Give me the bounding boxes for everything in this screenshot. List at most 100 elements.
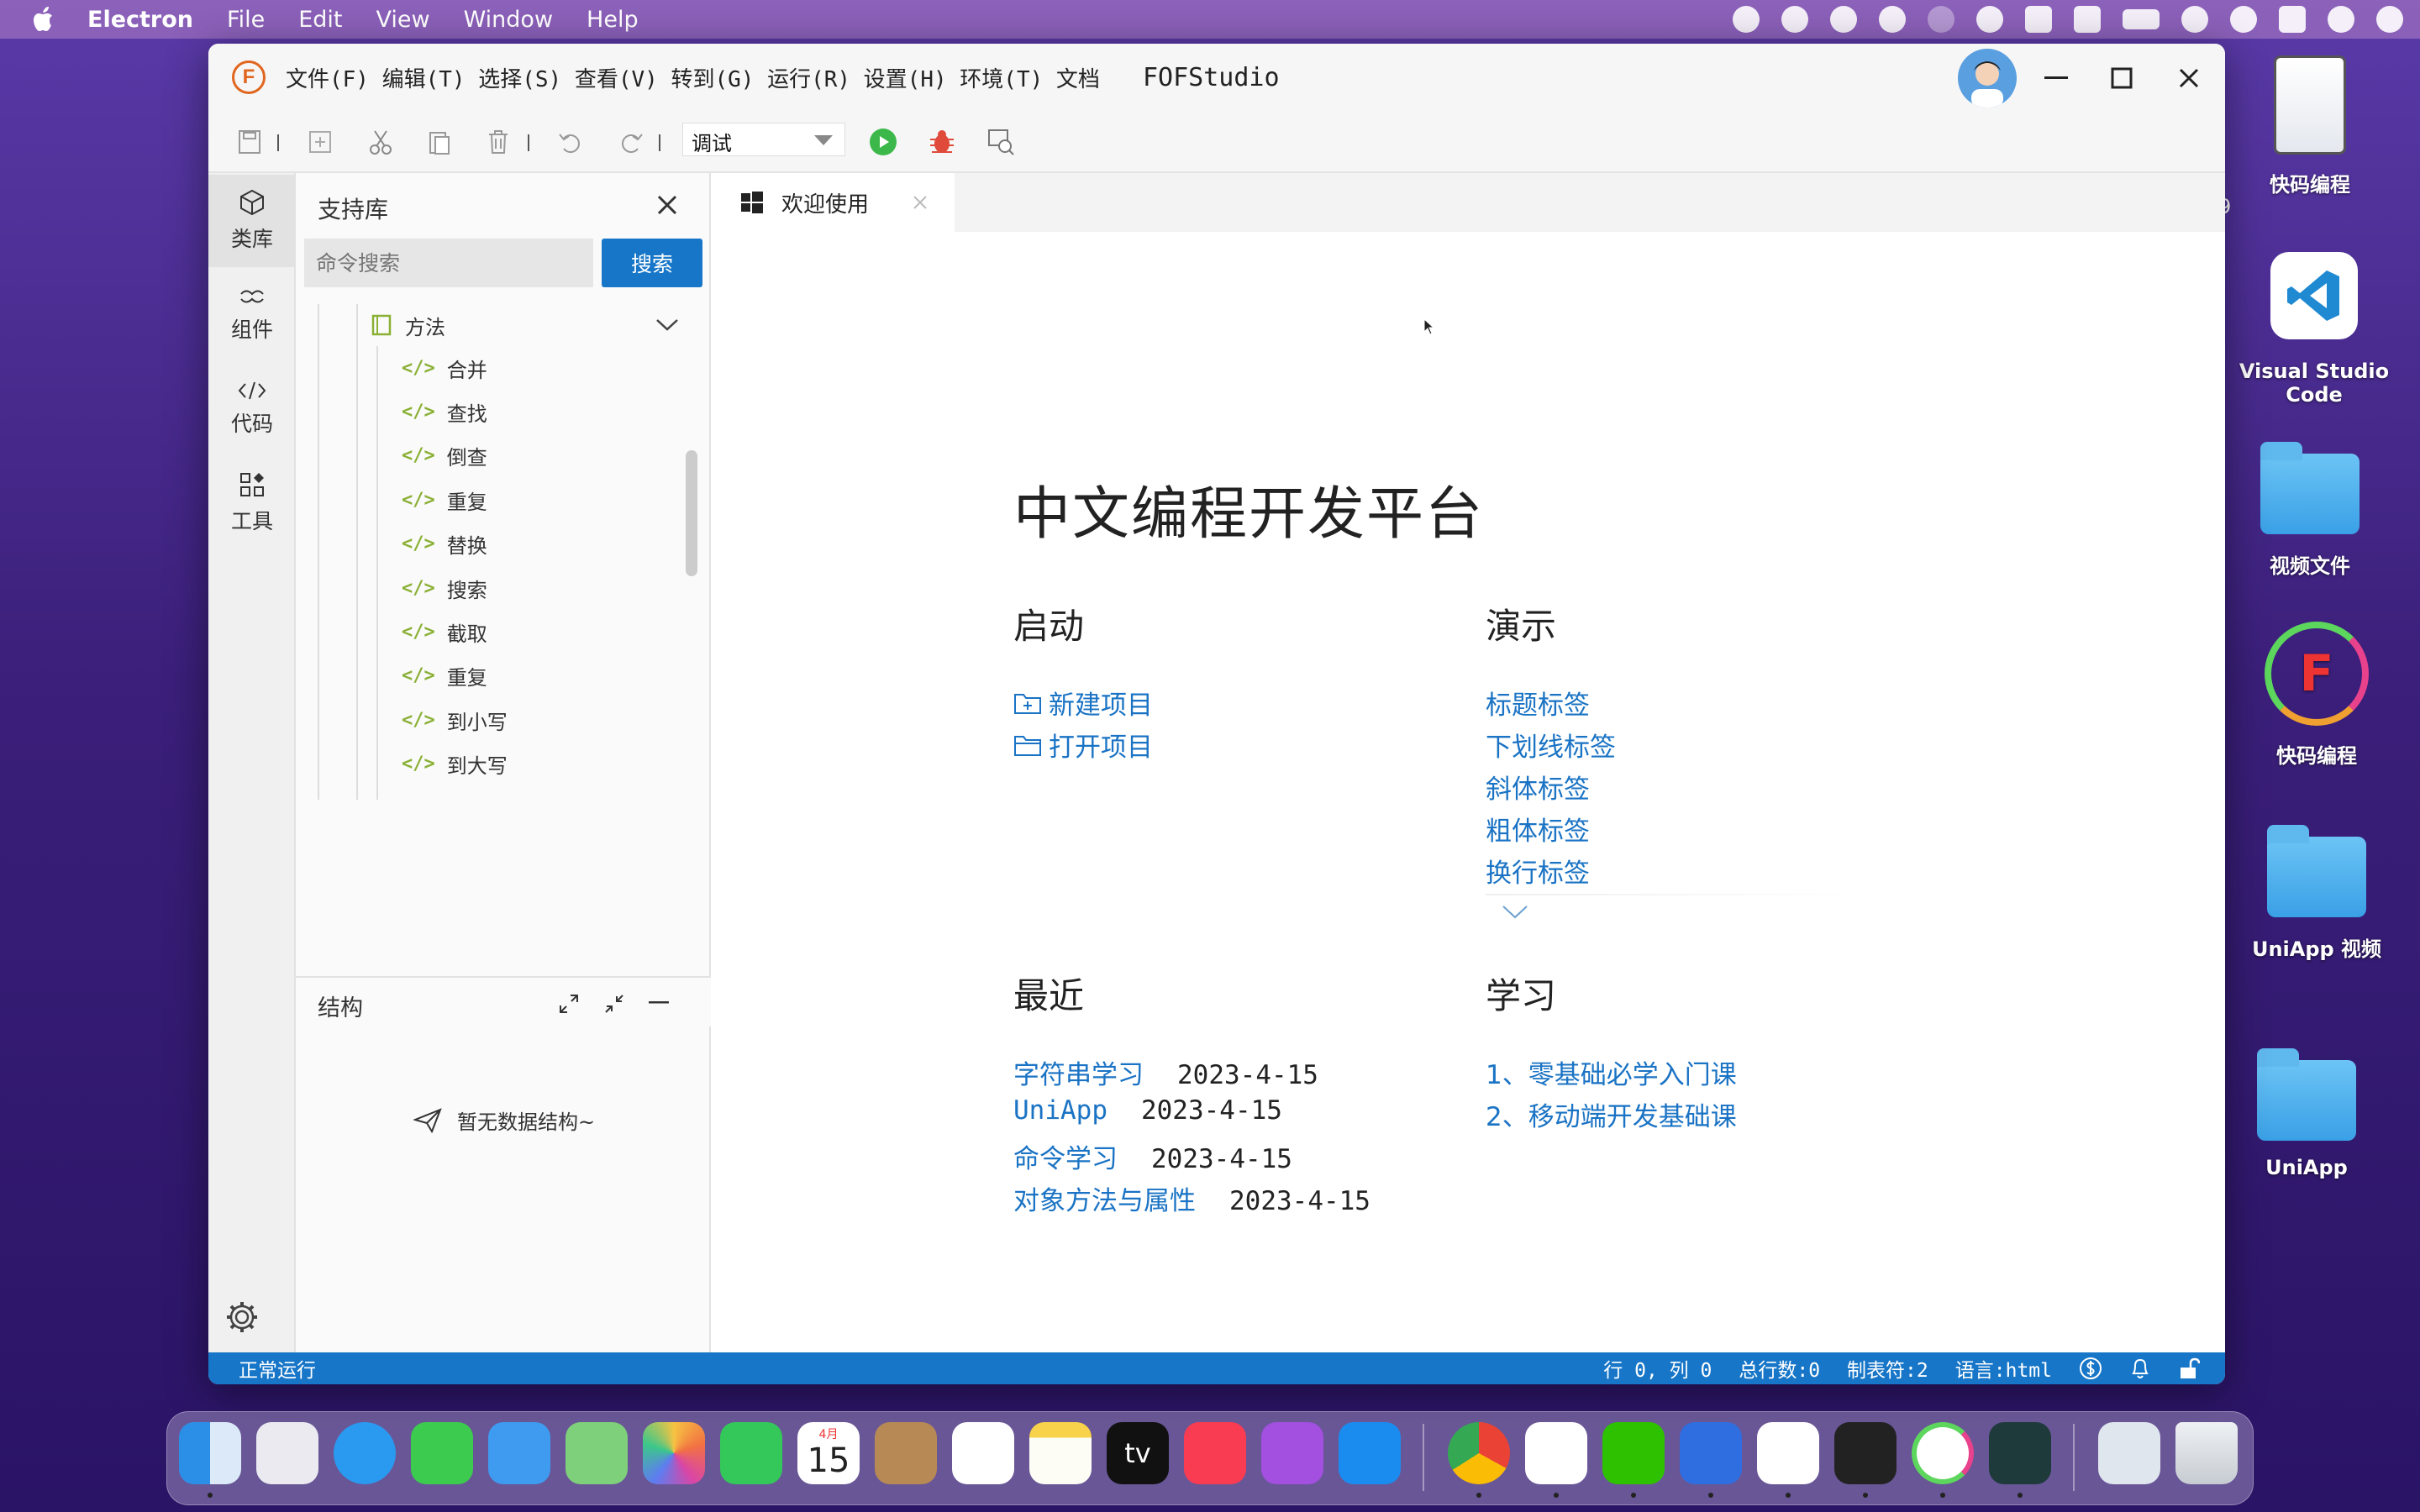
- tree-item-method[interactable]: </> 查找: [402, 390, 487, 433]
- learn-link-mobile[interactable]: 2、移动端开发基础课: [1486, 1095, 1737, 1133]
- preview-search-icon[interactable]: [985, 126, 1017, 158]
- command-search-input[interactable]: [304, 239, 593, 287]
- screen-icon[interactable]: [2025, 6, 2052, 33]
- new-file-icon[interactable]: [304, 126, 336, 158]
- menu-view[interactable]: View: [376, 7, 430, 33]
- clock-icon[interactable]: [2376, 6, 2403, 33]
- desktop-icon-uniapp-video[interactable]: UniApp 视频: [2245, 825, 2388, 962]
- unlock-icon[interactable]: [2178, 1357, 2200, 1380]
- dollar-coin-icon[interactable]: [2079, 1357, 2102, 1380]
- bell-icon[interactable]: [2129, 1357, 2151, 1380]
- delete-icon[interactable]: [482, 126, 514, 158]
- activity-library[interactable]: 类库: [208, 175, 296, 267]
- demo-link-linebreak-tag[interactable]: 换行标签: [1486, 852, 1590, 890]
- panel-close-icon[interactable]: [652, 190, 682, 220]
- tree-item-method[interactable]: </> 重复: [402, 654, 487, 698]
- input-method-icon[interactable]: [2074, 6, 2101, 33]
- notes-icon[interactable]: [1029, 1422, 1092, 1484]
- cut-icon[interactable]: [365, 126, 397, 158]
- desktop-icon-vscode[interactable]: Visual Studio Code: [2222, 252, 2407, 407]
- contacts-icon[interactable]: [875, 1422, 937, 1484]
- tree-item-method[interactable]: </> 倒查: [402, 434, 487, 478]
- tree-item-method[interactable]: </> 截取: [402, 610, 487, 654]
- status-tab-size[interactable]: 制表符:2: [1847, 1354, 1928, 1383]
- vpn-icon[interactable]: [1976, 6, 2003, 33]
- menu-window[interactable]: Window: [464, 7, 553, 33]
- apple-tv-icon[interactable]: tv: [1107, 1422, 1169, 1484]
- recent-item[interactable]: 命令学习 2023-4-15: [1013, 1137, 1292, 1175]
- wifi-icon[interactable]: [2181, 6, 2208, 33]
- tree-scrollbar[interactable]: [686, 450, 697, 576]
- demo-link-heading-tag[interactable]: 标题标签: [1486, 684, 1590, 722]
- siri-icon[interactable]: [2328, 6, 2354, 33]
- maps-icon[interactable]: [566, 1422, 628, 1484]
- search-button[interactable]: 搜索: [602, 239, 702, 287]
- tool-icon[interactable]: [1781, 6, 1808, 33]
- launchpad-icon[interactable]: [256, 1422, 318, 1484]
- close-button[interactable]: [2166, 55, 2212, 101]
- wechat-icon[interactable]: [1830, 6, 1857, 33]
- demo-link-underline-tag[interactable]: 下划线标签: [1486, 726, 1616, 764]
- collapse-icon[interactable]: [603, 993, 625, 1015]
- demo-link-bold-tag[interactable]: 粗体标签: [1486, 810, 1590, 848]
- control-center-icon[interactable]: [2279, 6, 2306, 33]
- spinner-icon[interactable]: [1928, 6, 1954, 33]
- mail-icon[interactable]: [488, 1422, 550, 1484]
- settings-gear-icon[interactable]: [224, 1299, 260, 1336]
- tree-item-method[interactable]: </> 合并: [402, 346, 487, 390]
- open-project-link[interactable]: 打开项目: [1013, 726, 1153, 764]
- tree-item-method[interactable]: </> 删尾空: [402, 786, 508, 801]
- facetime-icon[interactable]: [720, 1422, 782, 1484]
- run-icon[interactable]: [867, 126, 899, 158]
- finder-icon[interactable]: [179, 1422, 241, 1484]
- qq-icon[interactable]: [1525, 1422, 1587, 1484]
- run-mode-select[interactable]: 调试: [682, 123, 845, 156]
- app-store-icon[interactable]: [1339, 1422, 1401, 1484]
- battery-icon[interactable]: [2123, 9, 2160, 29]
- undo-icon[interactable]: [555, 126, 587, 158]
- remote-desktop-icon[interactable]: [1680, 1422, 1742, 1484]
- record-icon[interactable]: [1733, 6, 1760, 33]
- menu-edit[interactable]: Edit: [298, 7, 342, 33]
- design-app-icon[interactable]: [1989, 1422, 2051, 1484]
- trash-icon[interactable]: [2175, 1422, 2238, 1484]
- calendar-icon[interactable]: 4月 15: [797, 1422, 860, 1484]
- desktop-icon-kuaima[interactable]: F 快码编程: [2245, 622, 2388, 769]
- terminal-icon[interactable]: [1834, 1422, 1897, 1484]
- activity-tools[interactable]: 工具: [208, 457, 296, 549]
- desktop-icon-uniapp[interactable]: UniApp: [2235, 1048, 2378, 1179]
- tree-item-method[interactable]: </> 到大写: [402, 743, 508, 786]
- notification-icon[interactable]: [1879, 6, 1906, 33]
- apple-logo-icon[interactable]: [32, 5, 57, 34]
- downloads-stack-icon[interactable]: [2098, 1422, 2160, 1484]
- desktop-icon-kuaima-sd[interactable]: 快码编程: [2238, 55, 2381, 197]
- reminders-icon[interactable]: [952, 1422, 1014, 1484]
- tree-item-method[interactable]: </> 重复: [402, 478, 487, 522]
- recent-item[interactable]: UniApp 2023-4-15: [1013, 1095, 1282, 1126]
- wechat-icon[interactable]: [1602, 1422, 1665, 1484]
- messages-icon[interactable]: [411, 1422, 473, 1484]
- chrome-icon[interactable]: [1448, 1422, 1510, 1484]
- paste-icon[interactable]: [424, 126, 455, 158]
- chevron-down-icon[interactable]: [1501, 904, 1529, 921]
- expand-icon[interactable]: [558, 993, 580, 1015]
- maximize-button[interactable]: [2099, 55, 2144, 101]
- menu-file[interactable]: File: [227, 7, 265, 33]
- podcasts-icon[interactable]: [1261, 1422, 1323, 1484]
- status-cursor-position[interactable]: 行 0, 列 0: [1603, 1354, 1712, 1383]
- photos-icon[interactable]: [643, 1422, 705, 1484]
- save-icon[interactable]: [234, 126, 266, 158]
- recent-item[interactable]: 对象方法与属性 2023-4-15: [1013, 1179, 1370, 1217]
- kuaima-dock-icon[interactable]: [1912, 1422, 1974, 1484]
- tree-item-method[interactable]: </> 搜索: [402, 566, 487, 610]
- spotlight-search-icon[interactable]: [2230, 6, 2257, 33]
- demo-link-italic-tag[interactable]: 斜体标签: [1486, 768, 1590, 806]
- minimize-button[interactable]: [2033, 55, 2079, 101]
- music-icon[interactable]: [1184, 1422, 1246, 1484]
- chevron-down-icon[interactable]: [655, 318, 679, 333]
- recent-item[interactable]: 字符串学习 2023-4-15: [1013, 1053, 1318, 1091]
- desktop-icon-video-files[interactable]: 视频文件: [2238, 442, 2381, 579]
- tab-close-icon[interactable]: [913, 195, 928, 210]
- safari-icon[interactable]: [334, 1422, 396, 1484]
- tab-welcome[interactable]: 欢迎使用: [711, 173, 955, 232]
